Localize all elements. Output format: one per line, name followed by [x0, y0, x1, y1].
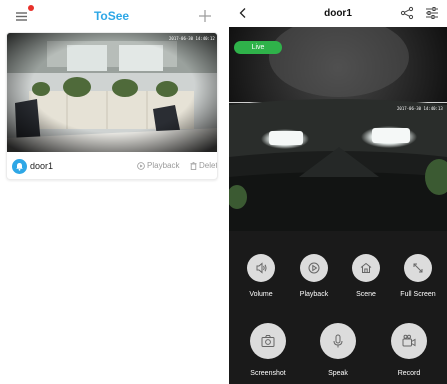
scene-button[interactable]: Scene: [352, 254, 380, 304]
camera-icon: [250, 323, 286, 359]
playback-control-label: Playback: [299, 291, 329, 298]
play-icon: [300, 254, 328, 282]
speaker-icon: [247, 254, 275, 282]
screenshot-label: Screenshot: [250, 370, 286, 377]
device-card-footer: door1 Playback Delete: [7, 152, 218, 179]
device-thumbnail[interactable]: 2017-06-30 14:40:12: [7, 33, 217, 152]
share-icon[interactable]: [400, 6, 414, 20]
expand-icon: [404, 254, 432, 282]
live-badge: Live: [234, 41, 282, 54]
home-icon: [352, 254, 380, 282]
volume-label: Volume: [249, 291, 273, 298]
play-circle-icon: [137, 162, 145, 172]
video-camera-icon: [391, 323, 427, 359]
video-timestamp: 2017-06-30 14:40:13: [397, 106, 443, 111]
trash-icon: [190, 162, 197, 172]
scene-label: Scene: [356, 291, 376, 298]
thumbnail-timestamp: 2017-06-30 14:40:12: [169, 36, 215, 41]
full-screen-label: Full Screen: [400, 291, 436, 298]
live-video-feed[interactable]: 2017-06-30 14:40:13: [229, 27, 447, 231]
bell-icon: [12, 159, 27, 174]
delete-link[interactable]: Delete: [190, 161, 218, 172]
live-view-screen: door1 2017-06-30 14:40:13 Live Volume Pl…: [229, 0, 447, 384]
speak-label: Speak: [328, 370, 348, 377]
device-list-screen: ToSee 2017-06-30 14:40:12 door1 Playback…: [0, 0, 223, 384]
playback-button[interactable]: Playback: [300, 254, 328, 304]
playback-link[interactable]: Playback: [137, 161, 179, 172]
volume-button[interactable]: Volume: [247, 254, 275, 304]
app-title: ToSee: [93, 9, 130, 23]
speak-button[interactable]: Speak: [320, 323, 356, 381]
device-title: door1: [324, 8, 352, 19]
app-header: ToSee: [0, 0, 223, 30]
full-screen-button[interactable]: Full Screen: [400, 254, 436, 304]
plus-icon[interactable]: [197, 8, 213, 24]
sliders-icon[interactable]: [425, 6, 439, 20]
microphone-icon: [320, 323, 356, 359]
delete-label: Delete: [199, 161, 218, 170]
record-button[interactable]: Record: [391, 323, 427, 381]
playback-label: Playback: [147, 161, 180, 170]
control-panel: Volume Playback Scene Full Screen Screen…: [229, 231, 447, 384]
screenshot-button[interactable]: Screenshot: [250, 323, 286, 381]
device-card: 2017-06-30 14:40:12 door1 Playback Delet…: [6, 32, 218, 180]
live-view-header: door1: [229, 0, 447, 27]
device-name: door1: [30, 161, 54, 171]
record-label: Record: [397, 370, 421, 377]
